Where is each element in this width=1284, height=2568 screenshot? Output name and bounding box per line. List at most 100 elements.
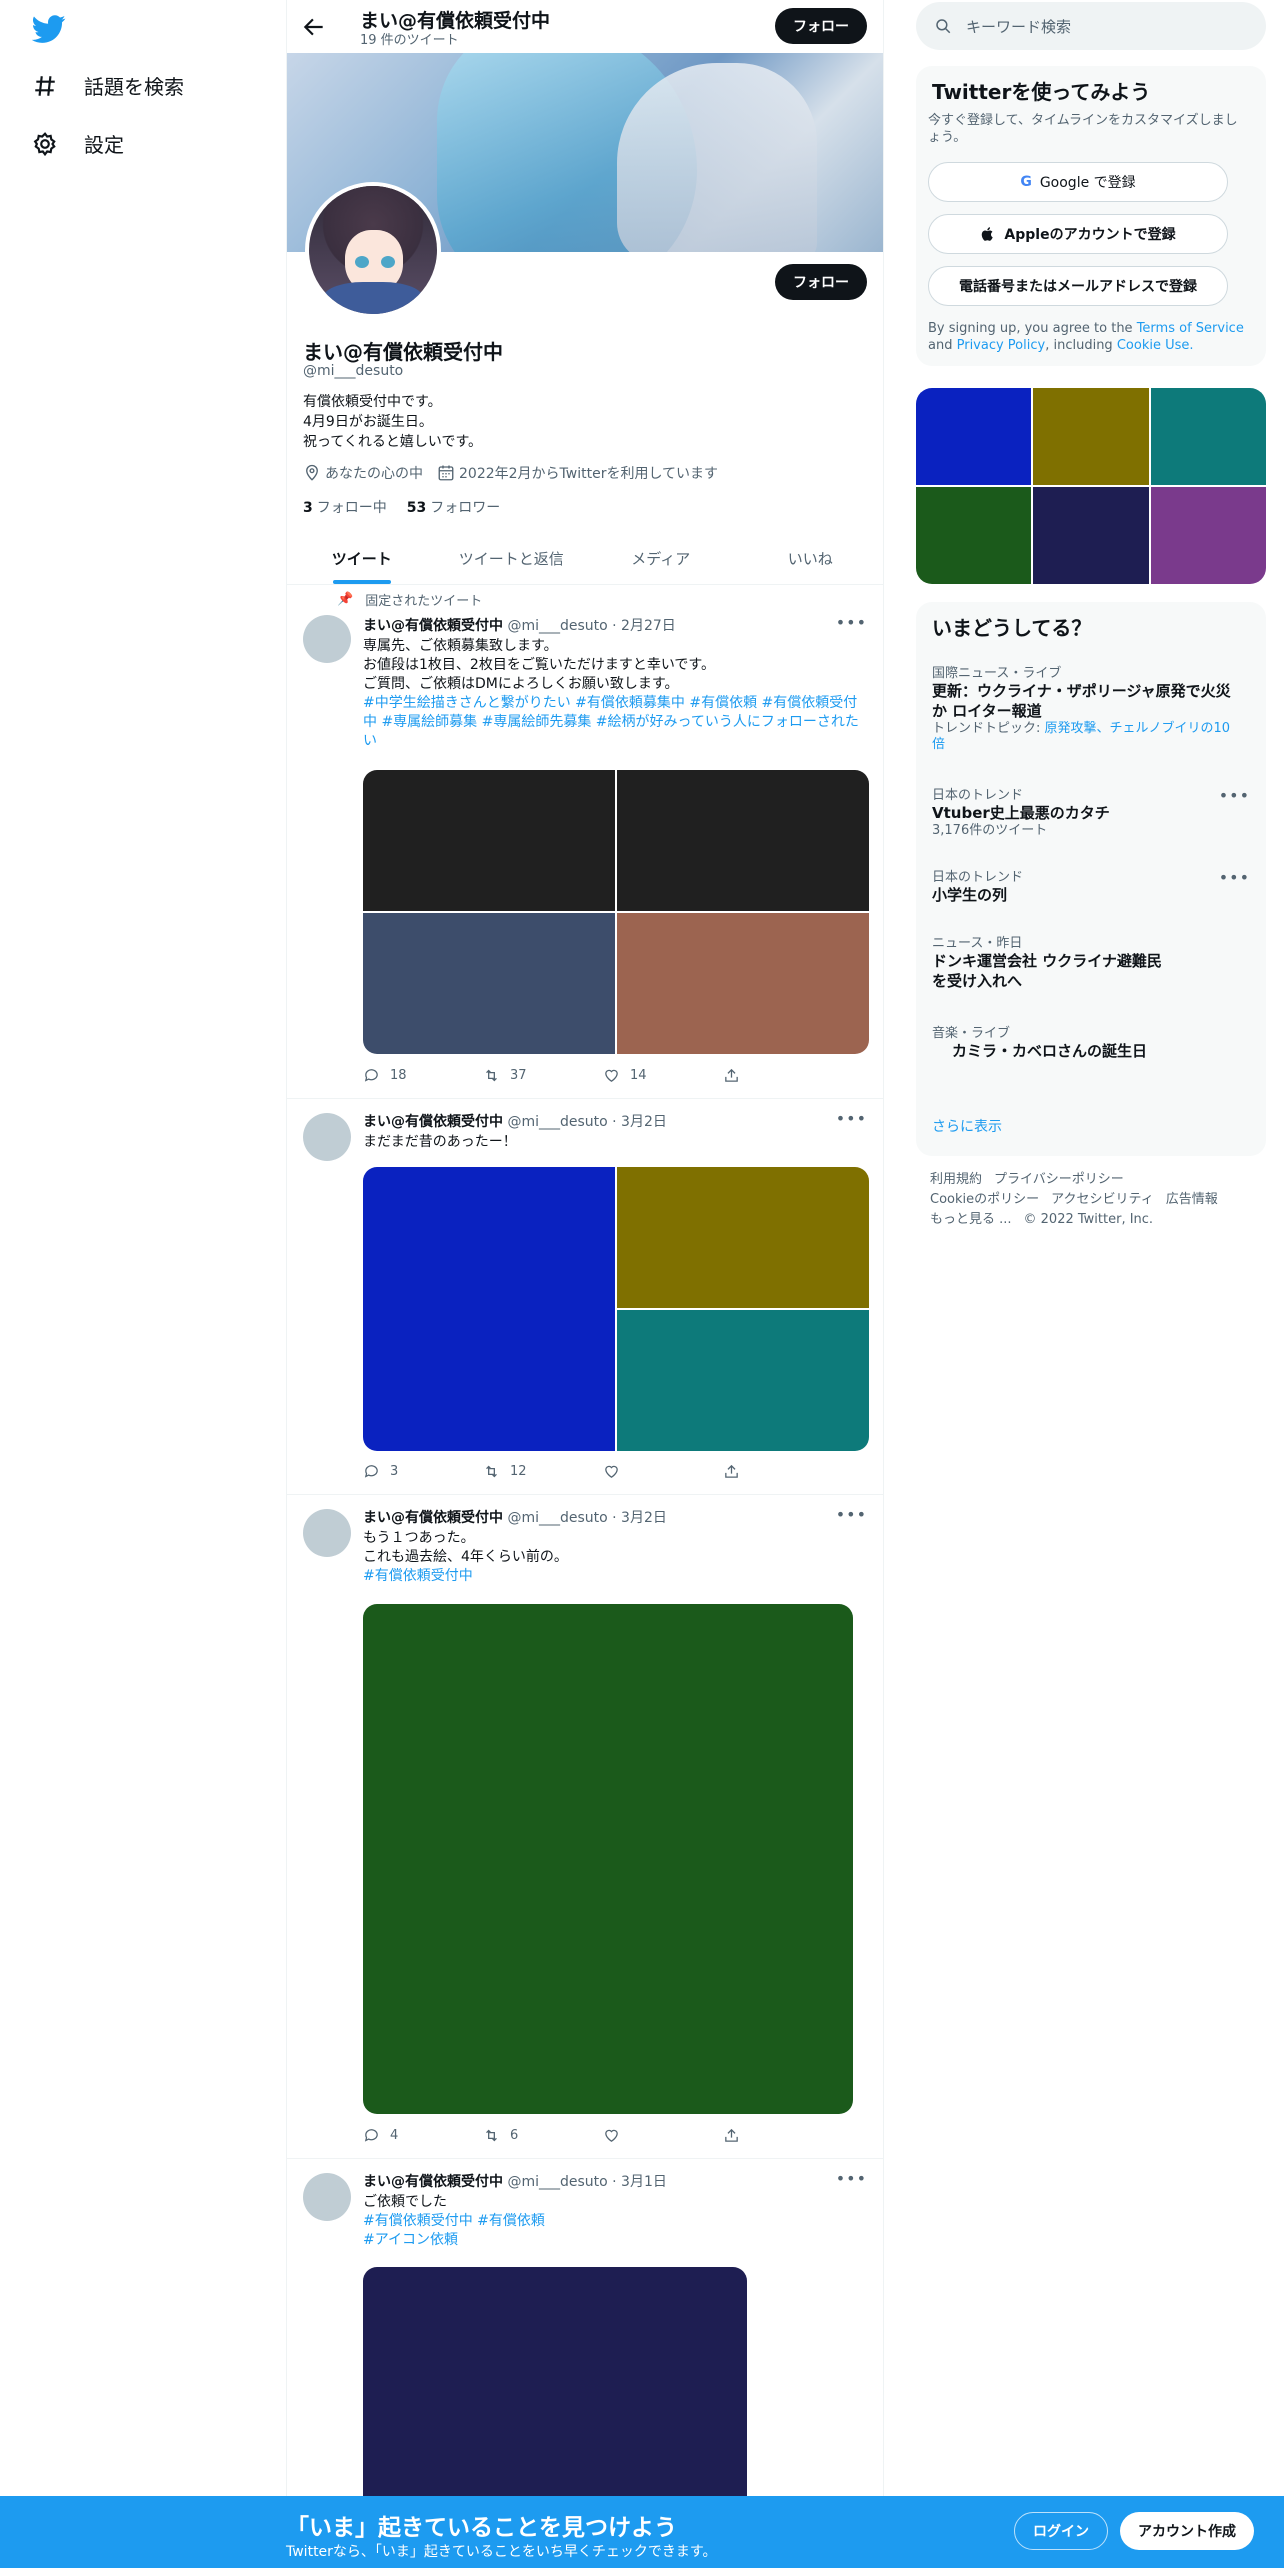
retweet-button[interactable]: 6 <box>483 2127 543 2144</box>
left-nav: 話題を検索 設定 <box>0 0 286 2568</box>
footer-link[interactable]: アクセシビリティ <box>1051 1192 1154 1207</box>
header-follow-button[interactable]: フォロー <box>775 8 867 44</box>
more-icon[interactable]: ••• <box>836 1109 867 1128</box>
like-button[interactable] <box>603 2127 663 2144</box>
google-signup-button[interactable]: G Google で登録 <box>928 162 1228 202</box>
banner-title: 「いま」起きていることを見つけよう <box>286 2515 677 2541</box>
back-arrow-icon[interactable] <box>301 14 327 40</box>
trend-more-icon[interactable]: ••• <box>1219 868 1250 887</box>
tweet-avatar[interactable] <box>303 2173 351 2221</box>
reply-icon <box>364 1069 378 1082</box>
gallery-image[interactable] <box>1150 487 1266 584</box>
tweet-avatar[interactable] <box>303 1113 351 1161</box>
media-image[interactable] <box>617 770 869 911</box>
signup-button[interactable]: アカウント作成 <box>1120 2512 1254 2550</box>
trend-item[interactable]: 日本のトレンド Vtuber史上最悪のカタチ 3,176件のツイート <box>932 784 1232 839</box>
nav-settings[interactable]: 設定 <box>32 129 124 158</box>
tweet-hashtags[interactable]: #有償依頼受付中 <box>363 1567 871 1586</box>
trend-item[interactable]: ニュース・昨日 ドンキ運営会社 ウクライナ避難民を受け入れへ <box>932 932 1172 991</box>
more-icon[interactable]: ••• <box>836 2169 867 2188</box>
profile-follow-button[interactable]: フォロー <box>775 264 867 300</box>
profile-handle: @mi___desuto <box>303 363 404 379</box>
privacy-link[interactable]: Privacy Policy <box>957 338 1046 353</box>
tab-tweets-replies[interactable]: ツイートと返信 <box>437 533 587 584</box>
trend-more-icon[interactable]: ••• <box>1219 786 1250 805</box>
tweet-hashtags[interactable]: #有償依頼受付中 #有償依頼 <box>363 2212 871 2231</box>
tab-likes[interactable]: いいね <box>736 533 884 584</box>
footer-link[interactable]: 利用規約 <box>930 1172 982 1187</box>
share-button[interactable] <box>723 2127 783 2144</box>
footer-link[interactable]: 広告情報 <box>1166 1192 1218 1207</box>
gallery-image[interactable] <box>916 487 1032 584</box>
media-image[interactable] <box>363 1604 853 2114</box>
media-image[interactable] <box>617 1310 869 1451</box>
tab-tweets[interactable]: ツイート <box>287 533 437 584</box>
gallery-image[interactable] <box>916 388 1032 485</box>
search-box[interactable]: キーワード検索 <box>916 2 1266 50</box>
trend-item[interactable]: 音楽・ライブ カミラ・カベロさんの誕生日 <box>932 1022 1232 1061</box>
media-image[interactable] <box>363 1167 615 1451</box>
trend-item[interactable]: 日本のトレンド 小学生の列 <box>932 866 1232 905</box>
media-image[interactable] <box>363 770 615 911</box>
signup-subtitle: 今すぐ登録して、タイムラインをカスタマイズしましょう。 <box>928 113 1238 145</box>
nav-explore[interactable]: 話題を検索 <box>32 71 184 100</box>
media-image[interactable] <box>617 913 869 1054</box>
gallery-image[interactable] <box>1033 388 1149 485</box>
tweet-hashtags[interactable]: #中学生絵描きさんと繋がりたい #有償依頼募集中 #有償依頼 #有償依頼受付中 … <box>363 694 871 751</box>
tweet-2[interactable]: まい@有償依頼受付中 @mi___desuto · 3月2日 ••• まだまだ昔… <box>287 1099 883 1495</box>
tweet-avatar[interactable] <box>303 615 351 663</box>
reply-icon <box>364 1465 378 1478</box>
reply-button[interactable]: 4 <box>363 2127 423 2144</box>
trend-item[interactable]: 国際ニュース・ライブ 更新：ウクライナ・ザポリージャ原発で火災か ロイター報道 … <box>932 662 1232 753</box>
signup-title: Twitterを使ってみよう <box>932 80 1151 104</box>
tweet-actions: 3 12 <box>363 1463 783 1480</box>
header-tweet-count: 19 件のツイート <box>360 33 459 48</box>
like-button[interactable] <box>603 1463 663 1480</box>
tweet-header: まい@有償依頼受付中 @mi___desuto · 2月27日 <box>363 618 676 634</box>
media-image[interactable] <box>617 1167 869 1308</box>
tweet-hashtags[interactable]: #アイコン依頼 <box>363 2231 871 2250</box>
more-icon[interactable]: ••• <box>836 613 867 632</box>
gallery-image[interactable] <box>1033 487 1149 584</box>
retweet-button[interactable]: 12 <box>483 1463 543 1480</box>
like-button[interactable]: 14 <box>603 1067 663 1084</box>
footer-link[interactable]: Cookieのポリシー <box>930 1192 1039 1207</box>
tweet-media[interactable] <box>363 1604 853 2114</box>
copyright: © 2022 Twitter, Inc. <box>1023 1212 1154 1227</box>
tweet-avatar[interactable] <box>303 1509 351 1557</box>
phone-email-signup-button[interactable]: 電話番号またはメールアドレスで登録 <box>928 266 1228 306</box>
login-button[interactable]: ログイン <box>1014 2512 1108 2550</box>
show-more-link[interactable]: さらに表示 <box>932 1116 1002 1136</box>
apple-signup-button[interactable]: Appleのアカウントで登録 <box>928 214 1228 254</box>
profile-name: まい@有償依頼受付中 <box>303 340 503 364</box>
tweet-1[interactable]: まい@有償依頼受付中 @mi___desuto · 2月27日 ••• 専属先、… <box>287 585 883 1099</box>
share-button[interactable] <box>723 1067 783 1084</box>
retweet-icon <box>486 2129 497 2142</box>
cookie-link[interactable]: Cookie Use. <box>1117 338 1194 353</box>
twitter-logo-icon[interactable] <box>32 12 66 46</box>
more-icon[interactable]: ••• <box>836 1505 867 1524</box>
profile-column: まい@有償依頼受付中 19 件のツイート フォロー フォロー まい@有償依頼受付… <box>286 0 884 2568</box>
banner-art-body <box>617 63 817 252</box>
tab-media[interactable]: メディア <box>586 533 736 584</box>
profile-tabs: ツイート ツイートと返信 メディア いいね <box>287 533 884 585</box>
tweet-media-grid[interactable] <box>363 1167 869 1451</box>
reply-icon <box>364 2129 378 2142</box>
terms-link[interactable]: Terms of Service <box>1137 321 1244 336</box>
retweet-button[interactable]: 37 <box>483 1067 543 1084</box>
footer-link[interactable]: プライバシーポリシー <box>994 1172 1124 1187</box>
media-image[interactable] <box>363 913 615 1054</box>
search-input[interactable]: キーワード検索 <box>966 16 1071 37</box>
profile-avatar[interactable] <box>305 182 441 318</box>
signup-card: Twitterを使ってみよう 今すぐ登録して、タイムラインをカスタマイズしましょ… <box>916 66 1266 366</box>
tweet-actions: 4 6 <box>363 2127 783 2144</box>
gallery-image[interactable] <box>1150 388 1266 485</box>
reply-button[interactable]: 18 <box>363 1067 423 1084</box>
footer-more-link[interactable]: もっと見る ... <box>930 1212 1012 1227</box>
tweet-media-grid[interactable] <box>363 770 869 1054</box>
reply-button[interactable]: 3 <box>363 1463 423 1480</box>
tweet-3[interactable]: まい@有償依頼受付中 @mi___desuto · 3月2日 ••• もう１つあ… <box>287 1495 883 2159</box>
following-link[interactable]: 3 フォロー中 <box>303 497 387 517</box>
share-button[interactable] <box>723 1463 783 1480</box>
followers-link[interactable]: 53 フォロワー <box>407 497 500 517</box>
